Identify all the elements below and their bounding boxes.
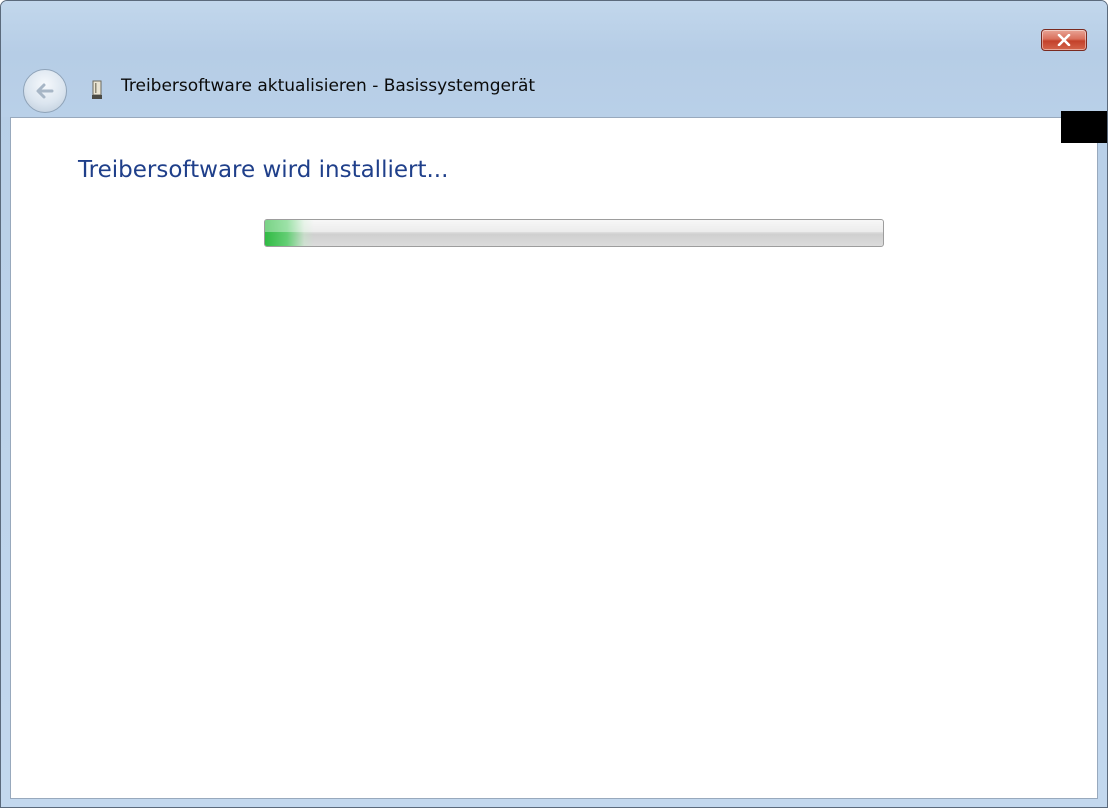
window-title: Treibersoftware aktualisieren - Basissys…: [121, 76, 536, 96]
progress-bar: [264, 219, 884, 247]
back-button[interactable]: [23, 69, 67, 113]
back-arrow-icon: [24, 70, 66, 112]
page-heading: Treibersoftware wird installiert...: [78, 157, 449, 183]
black-block: [1061, 111, 1107, 143]
progress-gloss: [265, 220, 883, 232]
close-button[interactable]: [1041, 29, 1087, 51]
device-icon: [91, 80, 103, 100]
close-icon: [1042, 30, 1086, 50]
dialog-window: Treibersoftware aktualisieren - Basissys…: [0, 0, 1108, 808]
title-bar: [1, 1, 1107, 117]
